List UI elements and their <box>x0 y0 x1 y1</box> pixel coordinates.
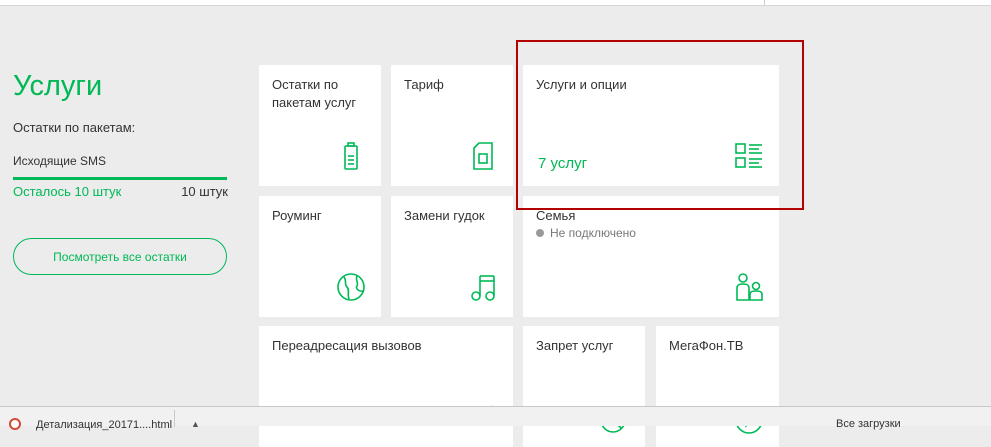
battery-icon <box>335 140 367 172</box>
family-icon <box>733 271 765 303</box>
package-progress-bar <box>13 177 227 180</box>
html-file-icon <box>9 418 21 430</box>
tile-family[interactable]: Семья Не подключено <box>523 196 779 317</box>
list-icon <box>733 140 765 172</box>
tile-roaming-label: Роуминг <box>272 208 322 223</box>
tile-restriction[interactable]: Запрет услуг <box>523 326 645 447</box>
tile-services-label: Услуги и опции <box>536 77 627 92</box>
tile-balances-label: Остатки по пакетам услуг <box>272 77 357 110</box>
tile-forwarding[interactable]: Переадресация вызовов <box>259 326 513 447</box>
tile-tv[interactable]: МегаФон.ТВ <box>656 326 779 447</box>
tile-restriction-label: Запрет услуг <box>536 338 614 353</box>
tile-roaming[interactable]: Роуминг <box>259 196 381 317</box>
top-divider <box>764 0 765 5</box>
sim-card-icon <box>467 140 499 172</box>
tile-tariff-label: Тариф <box>404 77 444 92</box>
view-all-balances-button[interactable]: Посмотреть все остатки <box>13 238 227 275</box>
chevron-up-icon[interactable]: ▲ <box>191 419 200 429</box>
status-dot <box>536 229 544 237</box>
family-status-text: Не подключено <box>550 226 636 240</box>
tile-tv-label: МегаФон.ТВ <box>669 338 744 353</box>
services-count: 7 услуг <box>538 155 588 172</box>
tile-ringback[interactable]: Замени гудок <box>391 196 513 317</box>
globe-icon <box>335 271 367 303</box>
tile-forwarding-label: Переадресация вызовов <box>272 338 422 353</box>
show-all-downloads-link[interactable]: Все загрузки <box>836 418 901 430</box>
tile-tariff[interactable]: Тариф <box>391 65 513 186</box>
balances-subtitle: Остатки по пакетам: <box>13 120 136 135</box>
browser-top-edge <box>0 0 991 6</box>
package-remaining: Осталось 10 штук <box>13 184 122 199</box>
music-note-icon <box>467 271 499 303</box>
family-status: Не подключено <box>536 226 766 240</box>
tile-family-label: Семья <box>536 208 576 223</box>
download-divider <box>174 410 175 427</box>
page-title: Услуги <box>13 70 103 102</box>
tile-balances[interactable]: Остатки по пакетам услуг <box>259 65 381 186</box>
package-total: 10 штук <box>181 184 228 199</box>
package-name: Исходящие SMS <box>13 154 106 168</box>
tile-services[interactable]: Услуги и опции 7 услуг <box>523 65 779 186</box>
download-bar: Детализация_20171....html ▲ Все загрузки <box>0 406 991 431</box>
tile-ringback-label: Замени гудок <box>404 208 485 223</box>
download-file-name[interactable]: Детализация_20171....html <box>36 419 172 431</box>
